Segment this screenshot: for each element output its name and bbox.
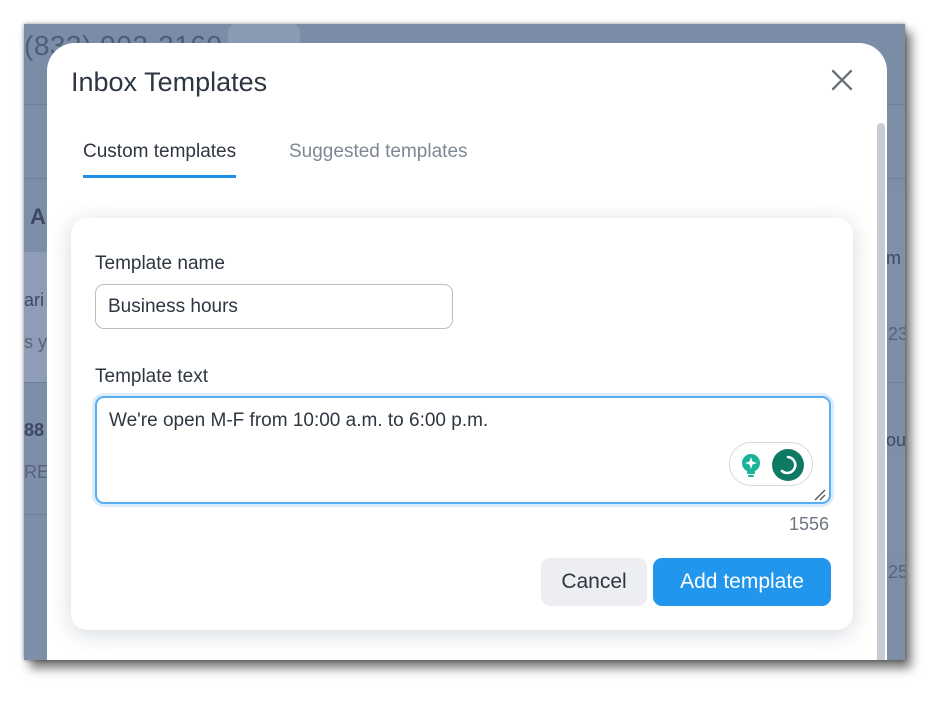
app-window: (833) 902-2160 A ari s yo 88 REI m 23 ou…: [24, 24, 905, 660]
modal-title: Inbox Templates: [71, 67, 268, 97]
template-tabs: Custom templates Suggested templates: [83, 141, 843, 183]
template-form-card: Template name Template text We're open M…: [71, 218, 853, 630]
template-name-input[interactable]: [95, 284, 453, 329]
template-text-label: Template text: [95, 366, 208, 387]
background-fragment: 25: [888, 562, 905, 582]
tab-custom-templates[interactable]: Custom templates: [83, 141, 237, 178]
tab-suggested-templates[interactable]: Suggested templates: [289, 141, 468, 175]
inbox-templates-modal: Inbox Templates Custom templates Suggest…: [47, 43, 887, 660]
background-fragment: 88: [24, 420, 45, 440]
close-button[interactable]: [827, 65, 857, 95]
modal-scrollbar[interactable]: [875, 123, 887, 660]
background-fragment: m: [886, 248, 901, 268]
cancel-button[interactable]: Cancel: [541, 558, 647, 606]
template-text-area[interactable]: We're open M-F from 10:00 a.m. to 6:00 p…: [95, 396, 831, 504]
ai-lightbulb-icon[interactable]: [738, 452, 764, 478]
scrollbar-thumb[interactable]: [877, 123, 885, 660]
ai-assist-pill: [729, 442, 813, 486]
add-template-button[interactable]: Add template: [653, 558, 831, 606]
background-fragment: 23: [888, 324, 905, 344]
background-fragment: ou: [886, 430, 905, 450]
background-fragment: ari: [24, 290, 45, 310]
close-icon: [831, 69, 853, 91]
resize-handle-icon[interactable]: [814, 489, 826, 501]
template-name-label: Template name: [95, 253, 225, 274]
background-fragment: A: [30, 204, 46, 229]
ai-loading-icon[interactable]: [772, 449, 804, 481]
character-count: 1556: [788, 514, 829, 534]
